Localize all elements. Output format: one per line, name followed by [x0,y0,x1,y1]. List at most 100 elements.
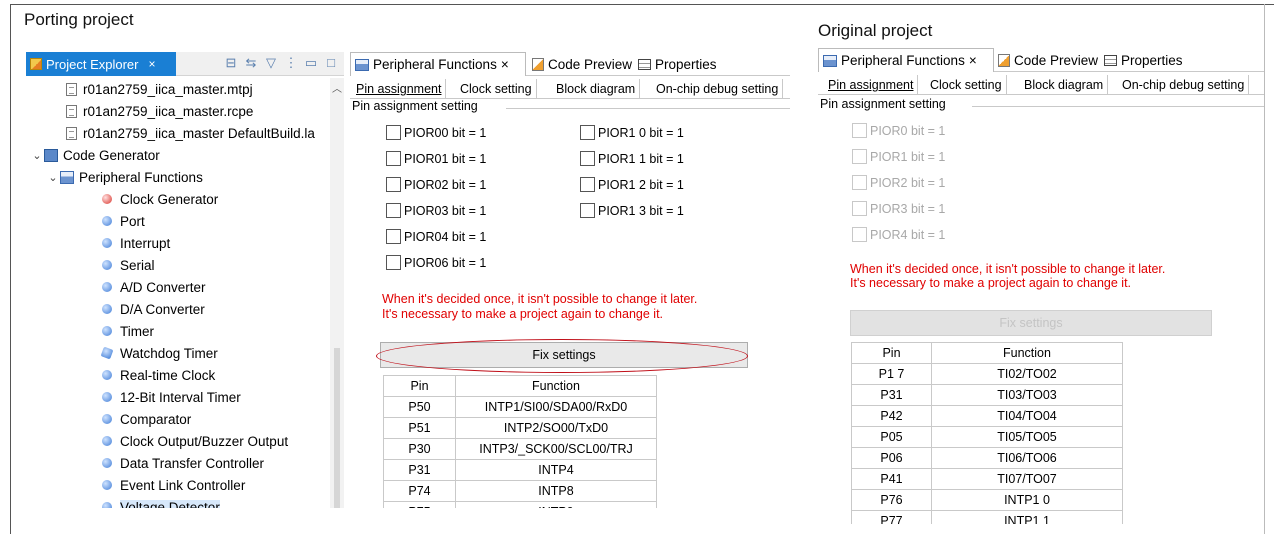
tree-item[interactable]: Event Link Controller [102,474,245,496]
checkbox-box[interactable] [386,229,401,244]
scroll-up-icon[interactable]: ︿ [332,80,342,95]
pior-checkbox[interactable]: PIOR00 bit = 1 [386,125,486,140]
pior-checkbox[interactable]: PIOR01 bit = 1 [386,151,486,166]
pior-checkbox[interactable]: PIOR06 bit = 1 [386,255,486,270]
checkbox-label: PIOR01 bit = 1 [404,151,487,166]
subtab-on-chip-debug[interactable]: On-chip debug setting [652,79,784,99]
function-cell: TI05/TO05 [931,426,1123,448]
tab-project-explorer[interactable]: Project Explorer × [26,52,176,76]
table-row[interactable]: P74 INTP8 [383,480,657,502]
tree-item[interactable]: Serial [102,254,155,276]
tree-item-label: Comparator [120,411,192,427]
checkbox-label: PIOR1 1 bit = 1 [598,151,684,166]
pin-assignment-group-title: Pin assignment setting [820,97,946,111]
tree-item[interactable]: Comparator [102,408,191,430]
tab-properties[interactable]: Properties [1100,48,1187,72]
tree-item[interactable]: Clock Generator [102,188,218,210]
table-row[interactable]: P1 7 TI02/TO02 [851,363,1123,385]
pior-checkbox[interactable]: PIOR1 3 bit = 1 [580,203,684,218]
tab-code-preview[interactable]: Code Preview [994,48,1102,72]
table-row[interactable]: P06 TI06/TO06 [851,447,1123,469]
explorer-scrollbar[interactable]: ︿ [330,78,344,508]
table-row[interactable]: P77 INTP1 1 [851,510,1123,524]
code-generator-icon [44,148,58,162]
properties-icon [1104,54,1117,66]
tree-item[interactable]: Watchdog Timer [100,342,218,364]
pior-checkbox[interactable]: PIOR02 bit = 1 [386,177,486,192]
tree-item[interactable]: Data Transfer Controller [102,452,264,474]
fix-settings-button[interactable]: Fix settings [380,342,748,368]
checkbox-label: PIOR06 bit = 1 [404,255,487,270]
fix-settings-button[interactable]: Fix settings [850,310,1212,336]
table-row[interactable]: P50 INTP1/SI00/SDA00/RxD0 [383,396,657,418]
minimize-icon[interactable]: ▭ [304,55,318,71]
maximize-icon[interactable]: □ [324,55,338,71]
checkbox-label: PIOR0 bit = 1 [870,123,946,138]
expand-twisty-icon[interactable]: ⌄ [46,171,60,184]
peripheral-functions-icon [823,54,837,67]
checkbox-label: PIOR02 bit = 1 [404,177,487,192]
tree-item[interactable]: r01an2759_iica_master DefaultBuild.la [66,122,315,144]
tab-peripheral-functions[interactable]: Peripheral Functions × [818,48,994,72]
tree-item[interactable]: Interrupt [102,232,170,254]
checkbox-box[interactable] [386,177,401,192]
tree-item[interactable]: ⌄ Peripheral Functions [46,166,202,188]
table-row[interactable]: P51 INTP2/SO00/TxD0 [383,417,657,439]
component-icon [102,304,112,314]
view-menu-icon[interactable]: ⋮ [284,55,298,71]
pin-cell: P06 [851,447,932,469]
pior-checkbox[interactable]: PIOR03 bit = 1 [386,203,486,218]
link-editor-icon[interactable]: ⇆ [244,55,258,71]
subtab-clock-setting[interactable]: Clock setting [926,75,1007,95]
table-row[interactable]: P30 INTP3/_SCK00/SCL00/TRJ [383,438,657,460]
subtab-pin-assignment[interactable]: Pin assignment [352,79,447,99]
table-row[interactable]: P31 TI03/TO03 [851,384,1123,406]
close-icon[interactable]: × [148,57,155,71]
pior-checkbox[interactable]: PIOR1 2 bit = 1 [580,177,684,192]
table-row[interactable]: P41 TI07/TO07 [851,468,1123,490]
tab-properties-label: Properties [1121,52,1183,68]
tree-item[interactable]: Port [102,210,145,232]
table-row[interactable]: P31 INTP4 [383,459,657,481]
close-icon[interactable]: × [501,57,509,72]
checkbox-box[interactable] [386,125,401,140]
checkbox-box[interactable] [386,203,401,218]
checkbox-box[interactable] [580,177,595,192]
subtab-pin-assignment[interactable]: Pin assignment [824,75,919,95]
table-row[interactable]: P75INTP9 [383,501,657,508]
subtab-block-diagram[interactable]: Block diagram [552,79,641,99]
table-row[interactable]: P76 INTP1 0 [851,489,1123,511]
pior-checkbox[interactable]: PIOR04 bit = 1 [386,229,486,244]
pior-checkbox: PIOR2 bit = 1 [852,175,945,190]
filter-icon[interactable]: ▽ [264,55,278,71]
tree-item[interactable]: Real-time Clock [102,364,215,386]
checkbox-box[interactable] [386,151,401,166]
table-row[interactable]: P05 TI05/TO05 [851,426,1123,448]
tree-item[interactable]: Timer [102,320,154,342]
checkbox-box[interactable] [580,151,595,166]
checkbox-box[interactable] [580,203,595,218]
tree-item[interactable]: r01an2759_iica_master.mtpj [66,78,253,100]
checkbox-box[interactable] [386,255,401,270]
table-row[interactable]: P42 TI04/TO04 [851,405,1123,427]
collapse-all-icon[interactable]: ⊟ [224,55,238,71]
tab-properties[interactable]: Properties [634,52,721,76]
tree-item[interactable]: D/A Converter [102,298,205,320]
tab-code-preview[interactable]: Code Preview [528,52,636,76]
tree-item[interactable]: ⌄ Code Generator [30,144,159,166]
scrollbar-thumb[interactable] [334,348,340,508]
checkbox-box[interactable] [580,125,595,140]
expand-twisty-icon[interactable]: ⌄ [30,149,44,162]
close-icon[interactable]: × [969,53,977,68]
tree-item[interactable]: r01an2759_iica_master.rcpe [66,100,253,122]
tree-item[interactable]: 12-Bit Interval Timer [102,386,241,408]
subtab-block-diagram[interactable]: Block diagram [1020,75,1109,95]
subtab-clock-setting[interactable]: Clock setting [456,79,537,99]
subtab-on-chip-debug[interactable]: On-chip debug setting [1118,75,1250,95]
tree-item[interactable]: A/D Converter [102,276,206,298]
pior-checkbox[interactable]: PIOR1 0 bit = 1 [580,125,684,140]
pior-checkbox[interactable]: PIOR1 1 bit = 1 [580,151,684,166]
tree-item[interactable]: Voltage Detector [102,496,220,508]
tab-peripheral-functions[interactable]: Peripheral Functions × [350,52,526,76]
tree-item[interactable]: Clock Output/Buzzer Output [102,430,288,452]
